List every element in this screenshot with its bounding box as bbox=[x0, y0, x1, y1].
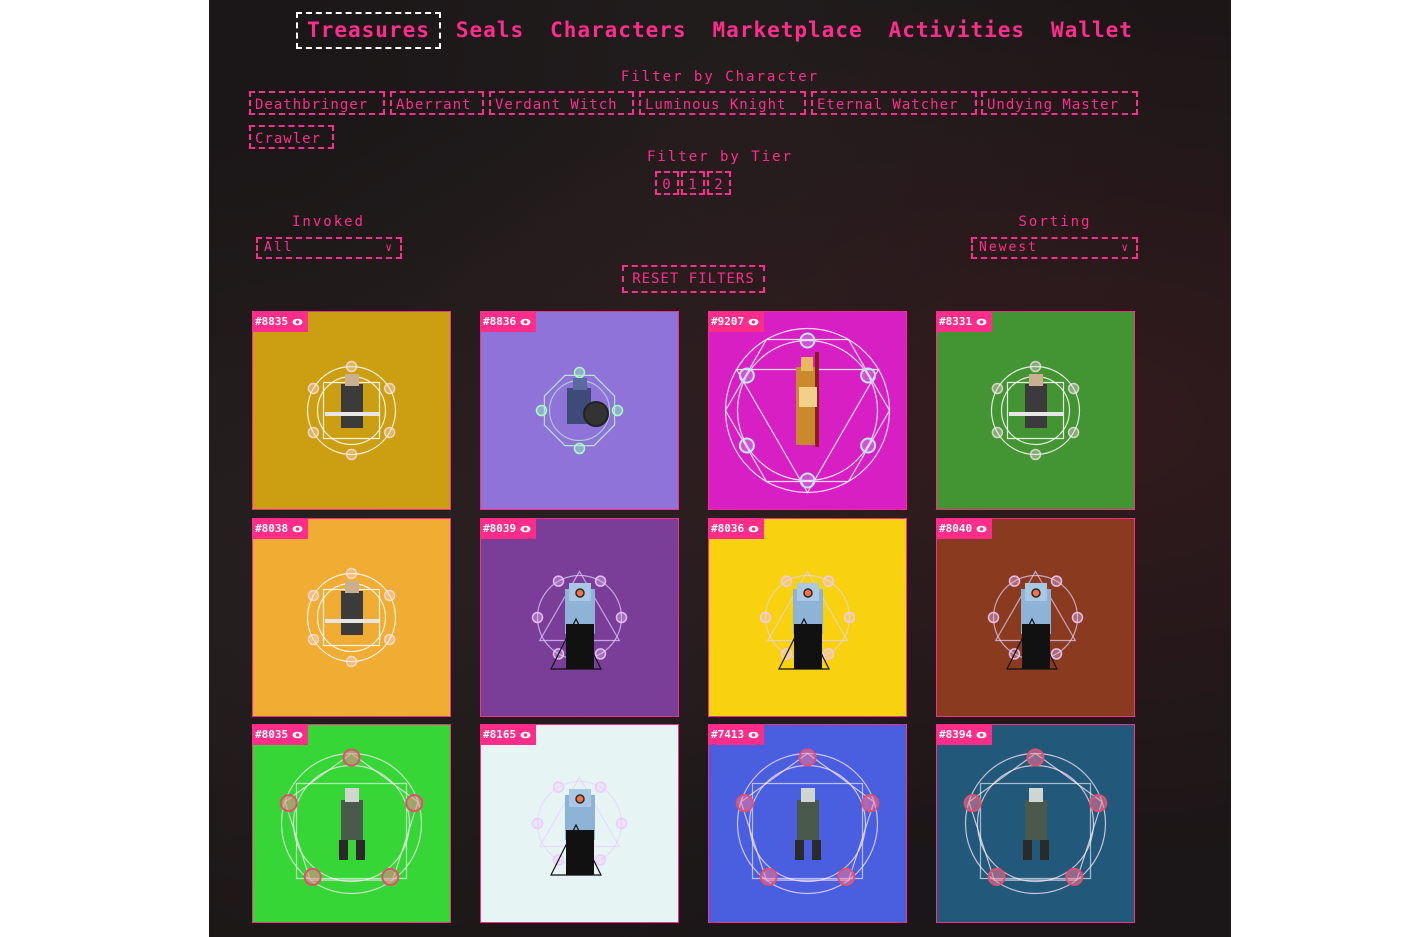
treasure-card[interactable]: #9207 bbox=[708, 311, 907, 510]
main-nav: Treasures Seals Characters Marketplace A… bbox=[209, 12, 1231, 49]
treasure-card[interactable]: #8394 bbox=[936, 724, 1135, 923]
treasure-artwork bbox=[306, 567, 397, 668]
eye-icon[interactable] bbox=[748, 525, 759, 533]
treasure-id: #8038 bbox=[255, 522, 289, 535]
chevron-down-icon: ∨ bbox=[385, 241, 394, 254]
treasure-card[interactable]: #8039 bbox=[480, 518, 679, 717]
treasure-id: #7413 bbox=[711, 728, 745, 741]
filter-chip-verdant-witch[interactable]: Verdant Witch bbox=[489, 91, 634, 115]
treasure-id: #8035 bbox=[255, 728, 289, 741]
treasure-artwork bbox=[306, 360, 397, 461]
filter-chip-crawler[interactable]: Crawler bbox=[249, 125, 334, 149]
treasure-id-badge: #8038 bbox=[253, 519, 309, 539]
eye-icon[interactable] bbox=[520, 731, 531, 739]
treasure-artwork bbox=[963, 748, 1108, 895]
treasure-id-badge: #8835 bbox=[253, 312, 309, 332]
treasure-id-badge: #8040 bbox=[937, 519, 993, 539]
tier-chip-2[interactable]: 2 bbox=[707, 171, 731, 195]
treasure-id-badge: #7413 bbox=[709, 725, 765, 745]
treasure-artwork bbox=[759, 570, 856, 670]
treasure-artwork bbox=[735, 748, 880, 895]
treasure-card[interactable]: #7413 bbox=[708, 724, 907, 923]
treasure-artwork bbox=[987, 570, 1084, 670]
treasure-id: #8165 bbox=[483, 728, 517, 741]
invoked-select[interactable]: All ∨ bbox=[256, 237, 402, 259]
nav-marketplace[interactable]: Marketplace bbox=[702, 12, 874, 49]
treasure-id-badge: #8331 bbox=[937, 312, 993, 332]
treasure-id-badge: #8394 bbox=[937, 725, 993, 745]
filter-chip-eternal-watcher[interactable]: Eternal Watcher bbox=[811, 91, 977, 115]
eye-icon[interactable] bbox=[292, 731, 303, 739]
filter-character-title: Filter by Character bbox=[620, 69, 820, 85]
eye-icon[interactable] bbox=[748, 731, 759, 739]
eye-icon[interactable] bbox=[520, 318, 531, 326]
filter-chip-undying-master[interactable]: Undying Master bbox=[981, 91, 1138, 115]
sorting-select[interactable]: Newest ∨ bbox=[971, 237, 1138, 259]
invoked-label: Invoked bbox=[291, 214, 365, 230]
treasure-id: #8040 bbox=[939, 522, 973, 535]
treasure-artwork bbox=[531, 570, 628, 670]
treasure-artwork bbox=[279, 748, 424, 895]
eye-icon[interactable] bbox=[976, 318, 987, 326]
nav-characters[interactable]: Characters bbox=[539, 12, 697, 49]
treasure-id-badge: #8035 bbox=[253, 725, 309, 745]
treasure-card[interactable]: #8165 bbox=[480, 724, 679, 923]
treasure-id: #8039 bbox=[483, 522, 517, 535]
treasure-artwork bbox=[535, 366, 624, 455]
tier-chip-0[interactable]: 0 bbox=[655, 171, 679, 195]
treasure-id-badge: #9207 bbox=[709, 312, 765, 332]
chevron-down-icon: ∨ bbox=[1121, 241, 1130, 254]
eye-icon[interactable] bbox=[292, 525, 303, 533]
treasure-artwork bbox=[724, 327, 891, 494]
nav-treasures[interactable]: Treasures bbox=[296, 12, 441, 49]
treasure-card[interactable]: #8331 bbox=[936, 311, 1135, 510]
tier-chip-1[interactable]: 1 bbox=[681, 171, 705, 195]
app-root: Treasures Seals Characters Marketplace A… bbox=[209, 0, 1231, 937]
filter-tier-title: Filter by Tier bbox=[646, 149, 793, 165]
invoked-select-value: All bbox=[264, 240, 294, 255]
eye-icon[interactable] bbox=[748, 318, 759, 326]
treasure-id-badge: #8836 bbox=[481, 312, 537, 332]
sorting-label: Sorting bbox=[1018, 214, 1092, 230]
treasure-id-badge: #8165 bbox=[481, 725, 537, 745]
eye-icon[interactable] bbox=[976, 731, 987, 739]
reset-filters-button[interactable]: RESET FILTERS bbox=[622, 265, 765, 293]
eye-icon[interactable] bbox=[292, 318, 303, 326]
treasure-card[interactable]: #8036 bbox=[708, 518, 907, 717]
nav-wallet[interactable]: Wallet bbox=[1040, 12, 1144, 49]
treasure-id-badge: #8039 bbox=[481, 519, 537, 539]
treasure-id: #9207 bbox=[711, 315, 745, 328]
treasure-card[interactable]: #8038 bbox=[252, 518, 451, 717]
eye-icon[interactable] bbox=[520, 525, 531, 533]
treasure-artwork bbox=[990, 360, 1081, 461]
nav-seals[interactable]: Seals bbox=[445, 12, 535, 49]
treasure-card[interactable]: #8835 bbox=[252, 311, 451, 510]
nav-activities[interactable]: Activities bbox=[878, 12, 1036, 49]
treasure-card[interactable]: #8836 bbox=[480, 311, 679, 510]
treasure-id: #8394 bbox=[939, 728, 973, 741]
treasure-artwork bbox=[531, 776, 628, 876]
filter-chip-luminous-knight[interactable]: Luminous Knight bbox=[639, 91, 806, 115]
filter-chip-deathbringer[interactable]: Deathbringer bbox=[249, 91, 385, 115]
treasure-id: #8836 bbox=[483, 315, 517, 328]
treasure-id: #8331 bbox=[939, 315, 973, 328]
eye-icon[interactable] bbox=[976, 525, 987, 533]
sorting-select-value: Newest bbox=[979, 240, 1038, 255]
treasure-id: #8036 bbox=[711, 522, 745, 535]
filter-chip-aberrant[interactable]: Aberrant bbox=[390, 91, 484, 115]
treasure-card[interactable]: #8040 bbox=[936, 518, 1135, 717]
treasure-id-badge: #8036 bbox=[709, 519, 765, 539]
treasure-card[interactable]: #8035 bbox=[252, 724, 451, 923]
treasure-id: #8835 bbox=[255, 315, 289, 328]
